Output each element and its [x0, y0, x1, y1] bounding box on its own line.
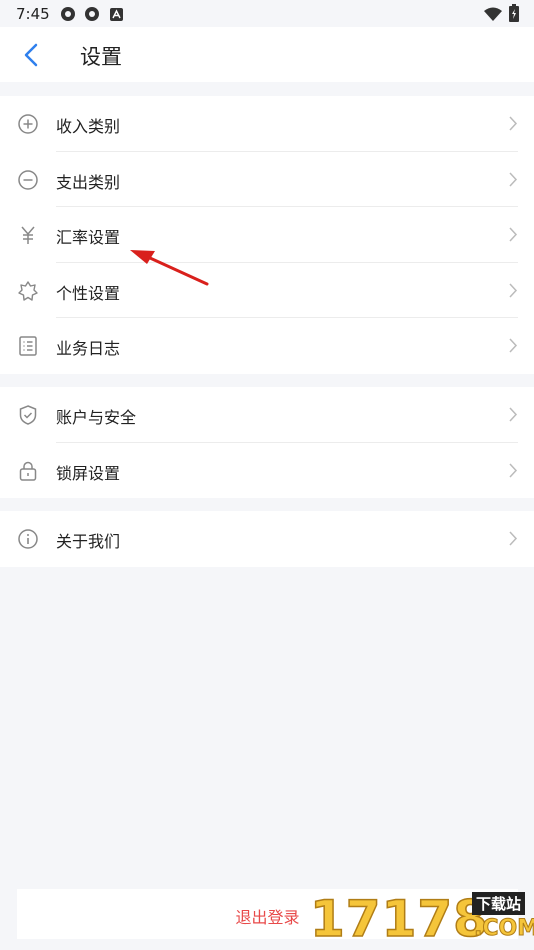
- battery-icon: [509, 4, 519, 26]
- back-arrow-icon: [24, 43, 38, 67]
- shield-icon: [16, 403, 40, 427]
- chevron-right-icon: [508, 226, 518, 243]
- settings-item-business-log[interactable]: 业务日志: [0, 318, 534, 374]
- plus-circle-icon: [16, 112, 40, 136]
- chevron-right-icon: [508, 115, 518, 132]
- watermark-digits: 17178: [309, 889, 489, 949]
- chevron-right-icon: [508, 530, 518, 547]
- app-header: 设置: [0, 27, 534, 82]
- status-time: 7:45: [16, 5, 50, 23]
- settings-item-personalization[interactable]: 个性设置: [0, 263, 534, 318]
- settings-item-label: 汇率设置: [56, 228, 121, 247]
- status-bar: 7:45: [0, 0, 534, 27]
- settings-item-exchange-rate[interactable]: 汇率设置: [0, 207, 534, 263]
- settings-item-label: 业务日志: [56, 339, 121, 358]
- chevron-right-icon: [508, 171, 518, 188]
- minus-circle-icon: [16, 168, 40, 192]
- info-icon: [16, 527, 40, 551]
- notification-app-icon: [84, 6, 100, 26]
- settings-group-about: 关于我们: [0, 511, 534, 567]
- settings-item-label: 支出类别: [56, 172, 121, 192]
- settings-item-label: 锁屏设置: [56, 463, 121, 483]
- notification-a-icon: [110, 6, 123, 25]
- settings-group-categories: 收入类别 支出类别 汇率设置 个性设置 业务日志: [0, 96, 534, 374]
- settings-item-label: 账户与安全: [56, 408, 137, 427]
- settings-item-expense-categories[interactable]: 支出类别: [0, 152, 534, 207]
- settings-item-income-categories[interactable]: 收入类别: [0, 96, 534, 152]
- settings-item-about-us[interactable]: 关于我们: [0, 511, 534, 567]
- list-icon: [16, 334, 40, 358]
- chevron-right-icon: [508, 406, 518, 423]
- chevron-right-icon: [508, 282, 518, 299]
- settings-group-security: 账户与安全 锁屏设置: [0, 387, 534, 498]
- settings-item-lock-screen[interactable]: 锁屏设置: [0, 443, 534, 499]
- page-title: 设置: [80, 45, 122, 69]
- settings-item-label: 收入类别: [56, 117, 121, 136]
- watermark-com: .COM: [473, 916, 534, 942]
- watermark-logo: 17178 下载站 .COM: [309, 888, 534, 950]
- lock-icon: [16, 459, 40, 483]
- wifi-icon: [484, 6, 502, 25]
- back-button[interactable]: [18, 41, 44, 69]
- settings-item-account-security[interactable]: 账户与安全: [0, 387, 534, 443]
- watermark-tag: 下载站: [472, 892, 526, 915]
- settings-item-label: 关于我们: [56, 532, 121, 551]
- chevron-right-icon: [508, 337, 518, 354]
- settings-item-label: 个性设置: [56, 283, 121, 303]
- yen-icon: [16, 223, 40, 247]
- badge-icon: [16, 279, 40, 303]
- notification-app-icon: [60, 6, 76, 26]
- chevron-right-icon: [508, 462, 518, 479]
